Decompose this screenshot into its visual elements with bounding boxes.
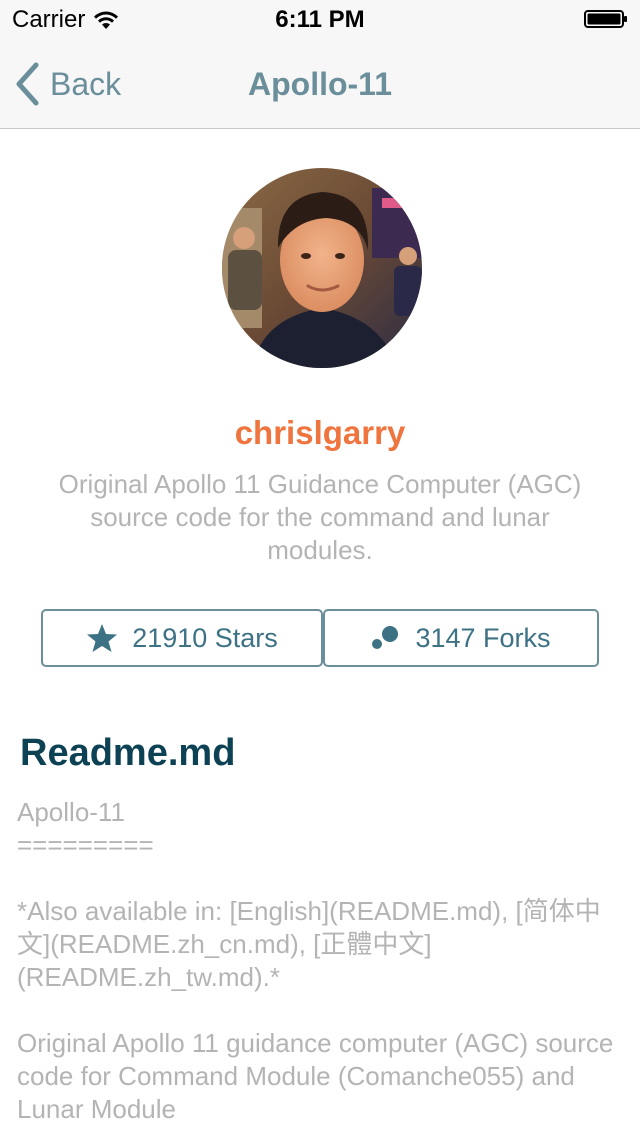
star-icon bbox=[87, 624, 118, 652]
username[interactable]: chrislgarry bbox=[0, 414, 640, 452]
readme-also-available: *Also available in: [English](README.md)… bbox=[17, 896, 601, 992]
readme-title: Readme.md bbox=[20, 732, 236, 774]
avatar bbox=[222, 168, 422, 368]
navigation-bar: Back Apollo-11 bbox=[0, 40, 640, 129]
forks-button[interactable]: 3147 Forks bbox=[323, 609, 599, 667]
fork-icon bbox=[372, 626, 399, 649]
avatar-photo bbox=[222, 168, 422, 368]
stars-label: 21910 Stars bbox=[132, 622, 278, 653]
stars-button[interactable]: 21910 Stars bbox=[41, 609, 323, 667]
repo-description: Original Apollo 11 Guidance Computer (AG… bbox=[58, 469, 582, 565]
readme-body: Apollo-11 ========= *Also available in: … bbox=[17, 796, 617, 1136]
status-time: 6:11 PM bbox=[275, 6, 365, 33]
readme-underline: ========= bbox=[17, 830, 154, 860]
nav-title: Apollo-11 bbox=[247, 66, 392, 102]
forks-label: 3147 Forks bbox=[415, 622, 551, 653]
readme-heading: Apollo-11 bbox=[17, 797, 125, 827]
status-bar: Carrier 6:11 PM bbox=[0, 0, 640, 40]
readme-intro: Original Apollo 11 guidance computer (AG… bbox=[17, 1028, 614, 1124]
battery-icon bbox=[584, 10, 627, 28]
screen: Carrier 6:11 PM Back Apollo-11 chrislgar… bbox=[0, 0, 640, 1136]
